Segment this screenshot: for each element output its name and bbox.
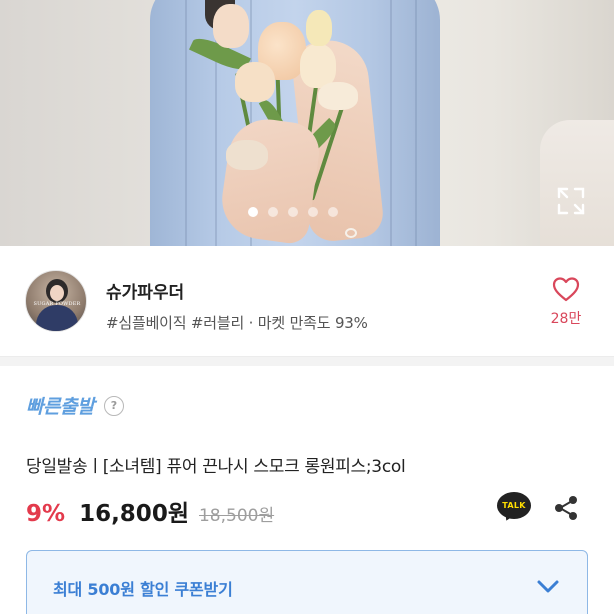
- carousel-dot[interactable]: [308, 207, 318, 217]
- price-row: 9% 16,800원 18,500원: [26, 494, 274, 528]
- chevron-down-icon: [537, 580, 559, 593]
- avatar[interactable]: SUGAR POWDER: [25, 270, 87, 332]
- ring: [345, 228, 357, 238]
- question-mark-icon[interactable]: ?: [103, 395, 124, 416]
- kakaotalk-button[interactable]: TALK: [497, 492, 531, 523]
- carousel-indicator: [248, 207, 338, 217]
- seller-tags: #심플베이직 #러블리 · 마켓 만족도 93%: [106, 314, 368, 332]
- carousel-dot[interactable]: [288, 207, 298, 217]
- seller-info[interactable]: SUGAR POWDER 슈가파우더 #심플베이직 #러블리 · 마켓 만족도 …: [0, 246, 614, 356]
- share-button[interactable]: [552, 494, 580, 522]
- original-price: 18,500원: [198, 506, 275, 526]
- product-image-carousel[interactable]: [0, 0, 614, 246]
- like-count: 28만: [550, 311, 582, 327]
- share-icon: [555, 496, 577, 520]
- heart-outline-icon: [552, 277, 580, 302]
- product-title: 당일발송ㅣ[소녀템] 퓨어 끈나시 스모크 롱원피스;3col: [26, 457, 406, 477]
- section-divider: [0, 356, 614, 366]
- carousel-dot[interactable]: [248, 207, 258, 217]
- carousel-dot[interactable]: [268, 207, 278, 217]
- like-button[interactable]: 28만: [543, 276, 589, 328]
- expand-icon[interactable]: [556, 186, 586, 216]
- carousel-dot[interactable]: [328, 207, 338, 217]
- coupon-download-button[interactable]: 최대 500원 할인 쿠폰받기: [26, 550, 588, 614]
- fast-shipping-row: 빠른출발 ?: [26, 392, 124, 419]
- sale-price: 16,800원: [79, 501, 189, 527]
- avatar-logo-text: SUGAR POWDER: [33, 301, 81, 307]
- background-wall: [540, 120, 614, 246]
- kakaotalk-icon: TALK: [497, 492, 531, 519]
- discount-rate: 9%: [26, 501, 66, 527]
- coupon-label: 최대 500원 할인 쿠폰받기: [53, 580, 233, 599]
- seller-name[interactable]: 슈가파우더: [106, 278, 184, 303]
- fast-shipping-badge: 빠른출발: [26, 396, 94, 418]
